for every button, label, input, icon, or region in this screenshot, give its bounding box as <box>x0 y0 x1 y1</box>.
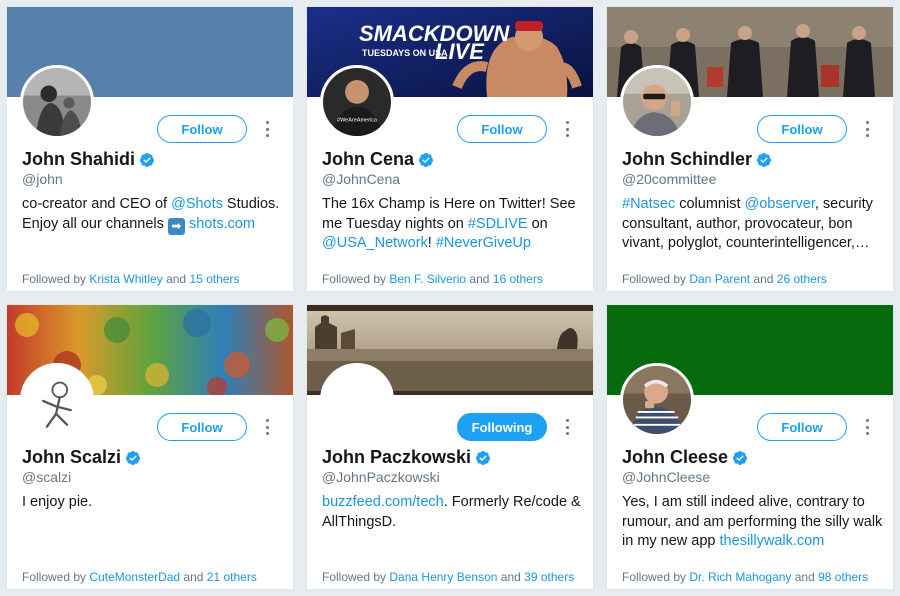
more-vertical-icon[interactable] <box>563 417 571 437</box>
more-vertical-icon[interactable] <box>863 119 871 139</box>
profile-handle: @scalzi <box>22 469 72 485</box>
follower-link[interactable]: Dr. Rich Mahogany <box>689 570 791 584</box>
follow-button[interactable]: Follow <box>157 413 247 441</box>
avatar[interactable]: #WeAreAmerica <box>320 65 394 139</box>
follower-link[interactable]: Krista Whitley <box>89 272 162 286</box>
profile-name[interactable]: John Shahidi <box>22 149 135 170</box>
profile-bio: co-creator and CEO of @Shots Studios. En… <box>22 195 284 235</box>
profile-name[interactable]: John Scalzi <box>22 447 121 468</box>
avatar-caption: #WeAreAmerica <box>337 117 378 123</box>
others-link[interactable]: 39 others <box>524 570 574 584</box>
profile-card-john-cena[interactable]: SMACKDOWN TUESDAYS ON USA LIVE #WeAreAme… <box>306 6 594 292</box>
profile-card-john-paczkowski[interactable]: Following John Paczkowski @JohnPaczkowsk… <box>306 304 594 590</box>
follower-link[interactable]: Dana Henry Benson <box>389 570 497 584</box>
profile-bio: I enjoy pie. <box>22 494 93 510</box>
banner-live: LIVE <box>435 39 485 64</box>
website-link[interactable]: shots.com <box>189 216 255 232</box>
profile-card-john-schindler[interactable]: Follow John Schindler @20committee #Nats… <box>606 6 894 292</box>
verified-badge-icon <box>476 450 491 465</box>
right-arrow-icon: ➡ <box>167 217 185 235</box>
following-button[interactable]: Following <box>457 413 547 441</box>
profile-name[interactable]: John Cleese <box>622 447 728 468</box>
profile-card-john-shahidi[interactable]: Follow John Shahidi @john co-creator and… <box>6 6 294 292</box>
follow-button[interactable]: Follow <box>757 413 847 441</box>
website-link[interactable]: thesillywalk.com <box>720 533 825 549</box>
verified-badge-icon <box>733 450 748 465</box>
followed-by: Followed by CuteMonsterDad and 21 others <box>22 570 257 584</box>
mention-link[interactable]: @USA_Network <box>322 235 428 251</box>
avatar[interactable] <box>20 363 94 437</box>
hashtag-link[interactable]: #Natsec <box>622 196 675 212</box>
others-link[interactable]: 15 others <box>189 272 239 286</box>
profile-name[interactable]: John Cena <box>322 149 414 170</box>
follow-button[interactable]: Follow <box>457 115 547 143</box>
mention-link[interactable]: @observer <box>745 196 815 212</box>
more-vertical-icon[interactable] <box>263 417 271 437</box>
more-vertical-icon[interactable] <box>863 417 871 437</box>
avatar[interactable] <box>20 65 94 139</box>
profile-card-john-cleese[interactable]: Follow John Cleese @JohnCleese Yes, I am… <box>606 304 894 590</box>
profile-handle: @john <box>22 171 63 187</box>
hashtag-link[interactable]: #NeverGiveUp <box>436 235 531 251</box>
verified-badge-icon <box>757 152 772 167</box>
others-link[interactable]: 16 others <box>493 272 543 286</box>
followed-by: Followed by Krista Whitley and 15 others <box>22 272 240 286</box>
follower-link[interactable]: CuteMonsterDad <box>89 570 180 584</box>
profile-card-john-scalzi[interactable]: Follow John Scalzi @scalzi I enjoy pie. … <box>6 304 294 590</box>
profile-handle: @JohnPaczkowski <box>322 469 440 485</box>
profile-handle: @JohnCena <box>322 171 401 187</box>
profile-handle: @JohnCleese <box>622 469 711 485</box>
others-link[interactable]: 21 others <box>207 570 257 584</box>
verified-badge-icon <box>126 450 141 465</box>
follow-button[interactable]: Follow <box>757 115 847 143</box>
followed-by: Followed by Dr. Rich Mahogany and 98 oth… <box>622 570 869 584</box>
followed-by: Followed by Ben F. Silverio and 16 other… <box>322 272 543 286</box>
profile-name[interactable]: John Paczkowski <box>322 447 471 468</box>
profile-bio: The 16x Champ is Here on Twitter! See me… <box>322 196 576 251</box>
avatar[interactable] <box>320 363 394 437</box>
more-vertical-icon[interactable] <box>563 119 571 139</box>
follow-button[interactable]: Follow <box>157 115 247 143</box>
hashtag-link[interactable]: #SDLIVE <box>468 216 528 232</box>
followed-by: Followed by Dana Henry Benson and 39 oth… <box>322 570 575 584</box>
others-link[interactable]: 26 others <box>777 272 827 286</box>
profile-bio: #Natsec columnist @observer, security co… <box>622 196 873 251</box>
profile-bio: buzzfeed.com/tech. Formerly Re/code & Al… <box>322 494 581 530</box>
others-link[interactable]: 98 others <box>818 570 868 584</box>
avatar[interactable] <box>620 363 694 437</box>
website-link[interactable]: buzzfeed.com/tech <box>322 494 444 510</box>
profile-handle: @20committee <box>622 171 717 187</box>
verified-badge-icon <box>140 152 155 167</box>
profile-name[interactable]: John Schindler <box>622 149 752 170</box>
mention-link[interactable]: @Shots <box>171 196 223 212</box>
verified-badge-icon <box>419 152 434 167</box>
more-vertical-icon[interactable] <box>263 119 271 139</box>
profile-bio: Yes, I am still indeed alive, contrary t… <box>622 494 883 549</box>
follower-link[interactable]: Ben F. Silverio <box>389 272 466 286</box>
avatar[interactable] <box>620 65 694 139</box>
followed-by: Followed by Dan Parent and 26 others <box>622 272 827 286</box>
follower-link[interactable]: Dan Parent <box>689 272 750 286</box>
